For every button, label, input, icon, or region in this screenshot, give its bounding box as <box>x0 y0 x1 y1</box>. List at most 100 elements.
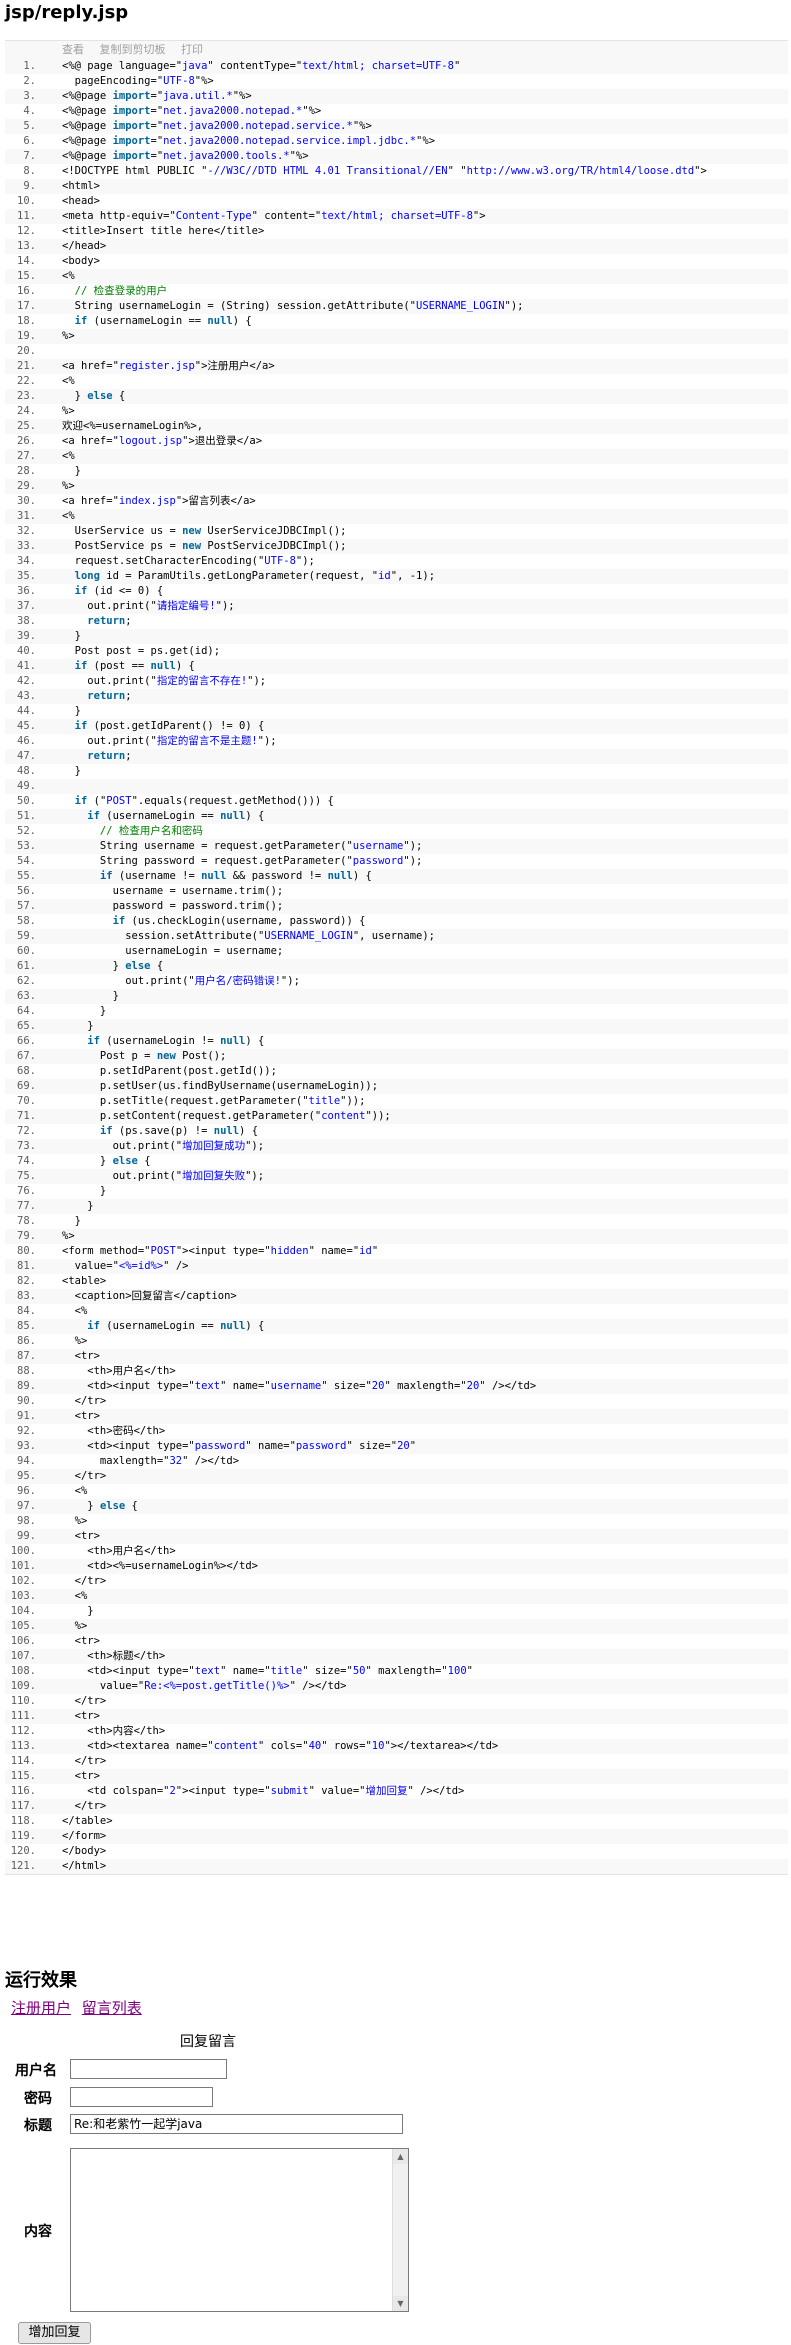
code-line: 45. if (post.getIdParent() != 0) { <box>5 719 788 734</box>
textarea-scrollbar[interactable]: ▲ ▼ <box>392 2149 408 2311</box>
code-line: 90. </tr> <box>5 1394 788 1409</box>
line-number: 79. <box>17 1230 36 1242</box>
code-line: 20. <box>5 344 788 359</box>
line-number: 74. <box>17 1155 36 1167</box>
code-text: } <box>62 1215 81 1227</box>
line-number: 19. <box>17 330 36 342</box>
code-line: 19. %> <box>5 329 788 344</box>
line-number: 66. <box>17 1035 36 1047</box>
line-number: 54. <box>17 855 36 867</box>
password-field[interactable] <box>70 2087 213 2107</box>
title-field[interactable]: Re:和老紫竹一起学java <box>70 2114 403 2134</box>
code-text: 欢迎<%=usernameLogin%>, <box>62 420 204 432</box>
line-number: 37. <box>17 600 36 612</box>
line-number: 46. <box>17 735 36 747</box>
code-text: </body> <box>62 1845 107 1857</box>
code-line: 11. <meta http-equiv="Content-Type" conte… <box>5 209 788 224</box>
post-list-link[interactable]: 留言列表 <box>82 1999 142 2017</box>
code-text: <td><input type="text" name="title" size… <box>62 1665 473 1677</box>
username-field[interactable] <box>70 2059 227 2079</box>
code-line: 114. </tr> <box>5 1754 788 1769</box>
view-link[interactable]: 查看 <box>62 43 84 56</box>
line-number: 10. <box>17 195 36 207</box>
line-number: 107. <box>10 1650 36 1662</box>
code-text: %> <box>62 405 75 417</box>
line-number: 52. <box>17 825 36 837</box>
code-line: 116. <td colspan="2"><input type="submit… <box>5 1784 788 1799</box>
register-link[interactable]: 注册用户 <box>11 1999 71 2017</box>
code-line: 62. out.print("用户名/密码错误!"); <box>5 974 788 989</box>
line-number: 32. <box>17 525 36 537</box>
code-line: 54. String password = request.getParamet… <box>5 854 788 869</box>
code-text: <th>密码</th> <box>62 1425 166 1437</box>
line-number: 59. <box>17 930 36 942</box>
print-link[interactable]: 打印 <box>181 43 203 56</box>
line-number: 16. <box>17 285 36 297</box>
line-number: 62. <box>17 975 36 987</box>
line-number: 17. <box>17 300 36 312</box>
code-text: <th>内容</th> <box>62 1725 166 1737</box>
code-text: <tr> <box>62 1350 100 1362</box>
line-number: 80. <box>17 1245 36 1257</box>
copy-to-clipboard-link[interactable]: 复制到剪切板 <box>100 43 166 56</box>
code-line: 70. p.setTitle(request.getParameter("tit… <box>5 1094 788 1109</box>
line-number: 101. <box>10 1560 36 1572</box>
code-line: 22. <% <box>5 374 788 389</box>
line-number: 28. <box>17 465 36 477</box>
code-line: 108. <td><input type="text" name="title"… <box>5 1664 788 1679</box>
scroll-up-icon[interactable]: ▲ <box>393 2149 408 2164</box>
code-line: 81. value="<%=id%>" /> <box>5 1259 788 1274</box>
line-number: 110. <box>10 1695 36 1707</box>
code-line: 37. out.print("请指定编号!"); <box>5 599 788 614</box>
code-text: out.print("请指定编号!"); <box>62 600 235 612</box>
line-number: 103. <box>10 1590 36 1602</box>
code-line: 30. <a href="index.jsp">留言列表</a> <box>5 494 788 509</box>
code-text: if (post == null) { <box>74 660 195 672</box>
code-text: } <box>62 765 81 777</box>
code-text: <td><textarea name="content" cols="40" r… <box>62 1740 499 1752</box>
code-lines: 1. <%@ page language="java" contentType="… <box>5 59 788 1874</box>
code-text: // 检查登录的用户 <box>62 285 168 297</box>
line-number: 94. <box>17 1455 36 1467</box>
code-text: <title>Insert title here</title> <box>62 225 265 237</box>
code-text: <a href="register.jsp">注册用户</a> <box>62 360 275 372</box>
line-number: 20. <box>17 345 36 357</box>
code-line: 2. pageEncoding="UTF-8"%> <box>5 74 788 89</box>
code-text: <th>用户名</th> <box>62 1545 176 1557</box>
code-line: 111. <tr> <box>5 1709 788 1724</box>
form-caption: 回复留言 <box>180 2034 236 2050</box>
code-text: } <box>62 1200 94 1212</box>
code-text: %> <box>62 1230 75 1242</box>
line-number: 33. <box>17 540 36 552</box>
line-number: 8. <box>23 165 36 177</box>
code-text: session.setAttribute("USERNAME_LOGIN", u… <box>62 930 435 942</box>
code-text: return; <box>87 750 132 762</box>
password-label: 密码 <box>24 2091 52 2107</box>
code-line: 61. } else { <box>5 959 788 974</box>
line-number: 118. <box>10 1815 36 1827</box>
line-number: 116. <box>10 1785 36 1797</box>
code-text: <tr> <box>62 1710 100 1722</box>
add-reply-button[interactable]: 增加回复 <box>18 2322 91 2344</box>
code-line: 10. <head> <box>5 194 788 209</box>
code-text: request.setCharacterEncoding("UTF-8"); <box>62 555 315 567</box>
line-number: 100. <box>10 1545 36 1557</box>
code-line: 13. </head> <box>5 239 788 254</box>
code-text: } else { <box>62 1500 138 1512</box>
line-number: 111. <box>10 1710 36 1722</box>
line-number: 44. <box>17 705 36 717</box>
code-line: 85. if (usernameLogin == null) { <box>5 1319 788 1334</box>
code-line: 84. <% <box>5 1304 788 1319</box>
code-text: if (id <= 0) { <box>74 585 164 597</box>
code-text: if (post.getIdParent() != 0) { <box>74 720 265 732</box>
content-textarea[interactable]: ▲ ▼ <box>70 2148 409 2312</box>
code-line: 24. %> <box>5 404 788 419</box>
line-number: 25. <box>17 420 36 432</box>
code-line: 36. if (id <= 0) { <box>5 584 788 599</box>
code-line: 71. p.setContent(request.getParameter("c… <box>5 1109 788 1124</box>
line-number: 84. <box>17 1305 36 1317</box>
scroll-down-icon[interactable]: ▼ <box>393 2296 408 2311</box>
code-text: <td colspan="2"><input type="submit" val… <box>62 1785 465 1797</box>
line-number: 26. <box>17 435 36 447</box>
code-line: 83. <caption>回复留言</caption> <box>5 1289 788 1304</box>
